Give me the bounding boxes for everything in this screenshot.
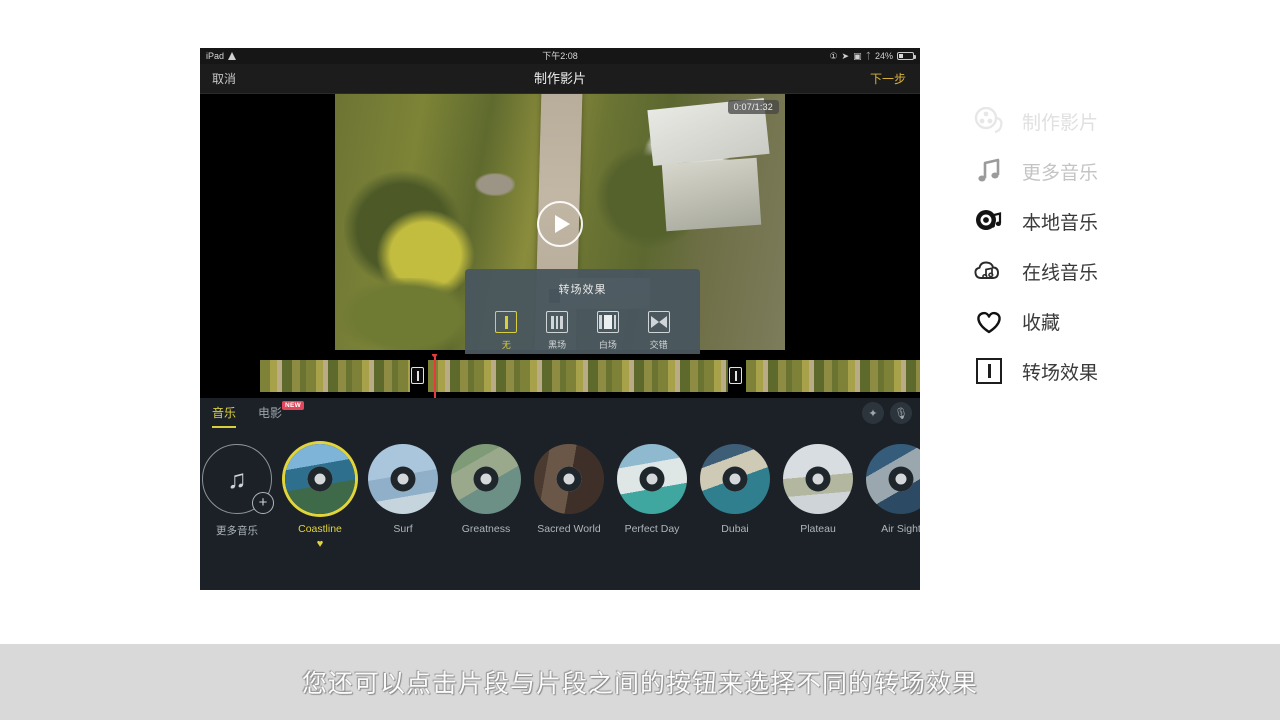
sidebar-item-label: 本地音乐 [1022, 212, 1099, 234]
heart-icon [972, 304, 1006, 338]
foliage-decor [339, 278, 475, 350]
more-music-button[interactable]: ♫ + 更多音乐 [200, 444, 279, 538]
status-bar: iPad 下午2:08 ① ➤ ▣ ᛏ 24% [200, 48, 920, 64]
album-disc [783, 444, 853, 514]
music-track-perfect-day[interactable]: Perfect Day [610, 444, 694, 535]
music-track-dubai[interactable]: Dubai [693, 444, 777, 535]
timeline-clip[interactable] [260, 360, 410, 392]
cloud-music-icon [972, 254, 1006, 288]
music-track-plateau[interactable]: Plateau [776, 444, 860, 535]
album-disc [368, 444, 438, 514]
music-track-greatness[interactable]: Greatness [444, 444, 528, 535]
alarm-icon: ① [829, 51, 838, 61]
transition-popup-title: 转场效果 [558, 284, 607, 296]
caption-bar: 您还可以点击片段与片段之间的按钮来选择不同的转场效果 [0, 644, 1280, 720]
timeline-transition-button[interactable] [411, 367, 424, 384]
album-disc [617, 444, 687, 514]
sidebar-item-label: 收藏 [1022, 312, 1061, 334]
sidebar-item-transition-effects[interactable]: 转场效果 [972, 346, 1202, 396]
new-badge: NEW [282, 401, 305, 410]
music-track-label: Surf [393, 523, 413, 535]
music-track-air-sight[interactable]: Air Sight [859, 444, 920, 535]
transition-options-row: 无 黑场 白场 交错 [465, 297, 700, 351]
next-button[interactable]: 下一步 [870, 64, 906, 94]
timeline-clip[interactable] [428, 360, 728, 392]
timeline-transition-button[interactable] [729, 367, 742, 384]
video-preview[interactable]: 0:07/1:32 转场效果 无 黑场 白场 交错 [200, 94, 920, 354]
timecode-label: 0:07/1:32 [727, 100, 779, 114]
ipad-screen: iPad 下午2:08 ① ➤ ▣ ᛏ 24% 取消 制作影片 下一步 0:07… [200, 48, 920, 590]
sidebar-item-more-music[interactable]: 更多音乐 [972, 146, 1202, 196]
screenshot-root: iPad 下午2:08 ① ➤ ▣ ᛏ 24% 取消 制作影片 下一步 0:07… [0, 0, 1280, 720]
sidebar-item-label: 在线音乐 [1022, 262, 1099, 284]
transition-white-icon [596, 311, 619, 333]
building-decor [661, 157, 761, 231]
transition-none-icon [495, 311, 518, 333]
caption-text: 您还可以点击片段与片段之间的按钮来选择不同的转场效果 [301, 670, 978, 698]
sidebar-item-label: 更多音乐 [1022, 162, 1099, 184]
transition-option-black[interactable]: 黑场 [536, 311, 578, 351]
sidebar-item-label: 转场效果 [1022, 362, 1099, 384]
vinyl-record-icon [972, 204, 1006, 238]
favorite-heart-icon[interactable]: ♥ [278, 538, 362, 550]
battery-icon [897, 52, 916, 60]
sidebar-item-favorites[interactable]: 收藏 [972, 296, 1202, 346]
transition-black-icon [546, 311, 569, 333]
music-track-label: Plateau [800, 523, 836, 535]
location-arrow-icon: ➤ [841, 51, 850, 61]
transition-option-none[interactable]: 无 [485, 311, 527, 351]
album-disc [451, 444, 521, 514]
sidebar-item-local-music[interactable]: 本地音乐 [972, 196, 1202, 246]
microphone-muted-icon[interactable]: 🎙 [890, 402, 912, 424]
music-track-label: Coastline [298, 523, 342, 535]
transition-option-white[interactable]: 白场 [587, 311, 629, 351]
play-icon[interactable] [537, 201, 583, 247]
transition-square-icon [972, 354, 1006, 388]
rock-decor [474, 173, 515, 197]
music-track-label: Air Sight [881, 523, 920, 535]
music-track-sacred-world[interactable]: Sacred World [527, 444, 611, 535]
plus-icon: + [252, 492, 274, 514]
album-disc [534, 444, 604, 514]
music-carousel[interactable]: ♫ + 更多音乐 Coastline ♥ Surf Greatness Sacr… [200, 432, 920, 590]
tab-music[interactable]: 音乐 [212, 404, 237, 428]
music-note-icon [972, 154, 1006, 188]
music-track-label: Perfect Day [624, 523, 680, 535]
feature-list-sidebar: 制作影片 更多音乐 本地音乐 在线音乐 收藏 转场效果 [972, 96, 1202, 396]
music-track-coastline[interactable]: Coastline ♥ [278, 444, 362, 550]
album-disc [700, 444, 770, 514]
music-track-label: Dubai [721, 523, 749, 535]
music-track-label: Sacred World [537, 523, 601, 535]
album-disc [866, 444, 920, 514]
transition-option-label: 交错 [649, 340, 668, 350]
transition-effects-popup: 转场效果 无 黑场 白场 交错 [465, 269, 700, 354]
transition-option-cross[interactable]: 交错 [638, 311, 680, 351]
nav-bar: 取消 制作影片 下一步 [200, 64, 920, 94]
film-reel-icon [972, 104, 1006, 138]
status-bar-clock: 下午2:08 [542, 51, 578, 61]
music-track-label: Greatness [461, 523, 511, 535]
battery-percent-label: 24% [874, 51, 893, 61]
sidebar-item-make-movie[interactable]: 制作影片 [972, 96, 1202, 146]
magic-wand-icon[interactable]: ✦ [862, 402, 884, 424]
transition-option-label: 白场 [598, 340, 617, 350]
timeline-clip[interactable] [746, 360, 920, 392]
music-track-surf[interactable]: Surf [361, 444, 445, 535]
transition-option-label: 无 [501, 340, 511, 350]
rotation-lock-icon: ▣ [853, 51, 862, 61]
tab-movie[interactable]: 电影 [258, 404, 282, 426]
sidebar-item-label: 制作影片 [1022, 112, 1099, 134]
playhead[interactable] [432, 354, 437, 398]
editor-tab-bar: 音乐 电影 NEW ✦ 🎙 [200, 398, 920, 432]
status-bar-right: ① ➤ ▣ ᛏ 24% [829, 48, 916, 64]
album-disc [285, 444, 355, 514]
transition-cross-icon [647, 311, 670, 333]
page-title: 制作影片 [533, 71, 586, 86]
more-music-label: 更多音乐 [216, 525, 258, 537]
timeline[interactable] [200, 354, 920, 398]
transition-option-label: 黑场 [548, 340, 567, 350]
bluetooth-icon: ᛏ [865, 51, 871, 61]
sidebar-item-online-music[interactable]: 在线音乐 [972, 246, 1202, 296]
music-note-icon: ♫ + [202, 444, 274, 514]
